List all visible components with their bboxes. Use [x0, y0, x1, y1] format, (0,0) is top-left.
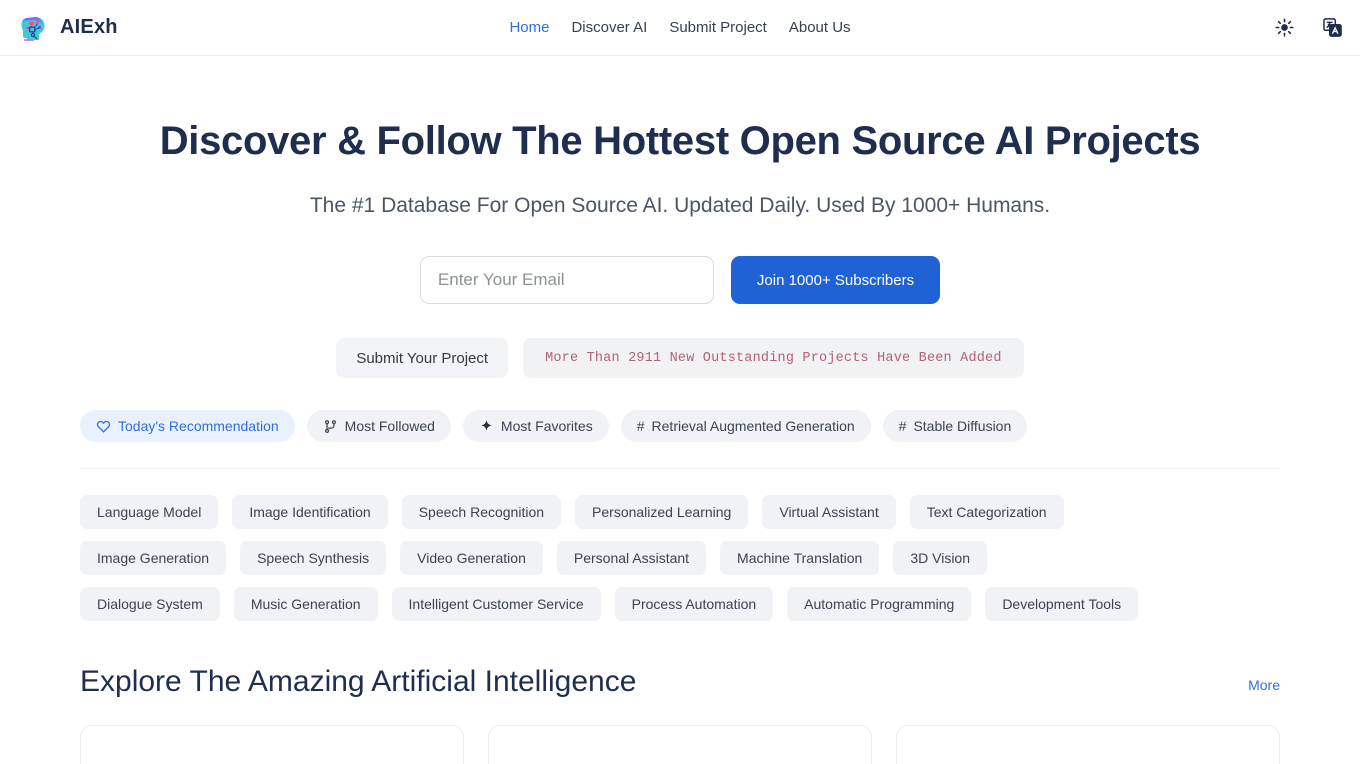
category-tag[interactable]: Intelligent Customer Service [391, 587, 601, 621]
brand-name: AIExh [60, 16, 118, 38]
section-divider [80, 468, 1280, 469]
new-projects-banner: More Than 2911 New Outstanding Projects … [523, 338, 1024, 378]
header-actions [1272, 16, 1344, 40]
explore-section-header: Explore The Amazing Artificial Intellige… [0, 665, 1360, 699]
category-tag[interactable]: Speech Synthesis [240, 541, 387, 575]
filter-pill-most-favorites[interactable]: Most Favorites [462, 410, 609, 442]
newsletter-signup: Join 1000+ Subscribers [0, 256, 1360, 304]
category-tag[interactable]: Personalized Learning [575, 495, 749, 529]
filter-pill-most-followed[interactable]: Most Followed [306, 410, 451, 442]
ai-head-logo-icon [18, 11, 50, 44]
nav-item-submit-project[interactable]: Submit Project [669, 19, 767, 36]
join-subscribers-button[interactable]: Join 1000+ Subscribers [730, 256, 941, 304]
hash-icon: # [636, 418, 645, 434]
project-card-row [0, 725, 1360, 764]
sun-icon[interactable] [1272, 16, 1296, 40]
heart-icon [96, 419, 111, 434]
hash-icon: # [898, 418, 907, 434]
nav-item-about-us[interactable]: About Us [789, 19, 851, 36]
category-tag[interactable]: Automatic Programming [787, 587, 972, 621]
category-tag[interactable]: Personal Assistant [556, 541, 707, 575]
announcement-row: Submit Your Project More Than 2911 New O… [0, 338, 1360, 378]
category-tag[interactable]: Process Automation [614, 587, 774, 621]
filter-pill-label: Retrieval Augmented Generation [651, 418, 855, 434]
hero-subtitle: The #1 Database For Open Source AI. Upda… [309, 194, 1051, 217]
category-tag[interactable]: Development Tools [985, 587, 1139, 621]
category-tag[interactable]: Speech Recognition [401, 495, 562, 529]
email-input[interactable] [419, 256, 714, 304]
project-card[interactable] [896, 725, 1280, 764]
submit-project-button[interactable]: Submit Your Project [336, 338, 509, 378]
filter-pill-label: Most Followed [344, 418, 435, 434]
filter-pill-todays-recommendation[interactable]: Today's Recommendation [80, 410, 295, 442]
category-tag[interactable]: 3D Vision [893, 541, 988, 575]
hero-section: Discover & Follow The Hottest Open Sourc… [0, 56, 1360, 378]
project-card[interactable] [488, 725, 872, 764]
category-tag[interactable]: Music Generation [233, 587, 378, 621]
category-tag[interactable]: Dialogue System [80, 587, 220, 621]
category-tag[interactable]: Machine Translation [720, 541, 880, 575]
category-tag[interactable]: Virtual Assistant [762, 495, 896, 529]
brand[interactable]: AIExh [18, 11, 118, 44]
filter-pill-label: Stable Diffusion [913, 418, 1012, 434]
main-nav: Home Discover AI Submit Project About Us [509, 19, 850, 36]
branch-icon [323, 419, 338, 434]
page-title: Discover & Follow The Hottest Open Sourc… [159, 119, 1201, 163]
category-tag[interactable]: Video Generation [400, 541, 543, 575]
sparkle-icon [479, 419, 494, 434]
category-tag[interactable]: Image Identification [232, 495, 388, 529]
site-header: AIExh Home Discover AI Submit Project Ab… [0, 0, 1360, 56]
project-card[interactable] [80, 725, 464, 764]
filter-pill-stable-diffusion[interactable]: # Stable Diffusion [882, 410, 1028, 442]
explore-title: Explore The Amazing Artificial Intellige… [80, 665, 637, 698]
nav-item-discover-ai[interactable]: Discover AI [571, 19, 647, 36]
nav-item-home[interactable]: Home [509, 19, 549, 36]
category-tag[interactable]: Image Generation [80, 541, 227, 575]
filter-pill-row: Today's Recommendation Most Followed Mos… [0, 410, 1360, 442]
category-tag-list: Language Model Image Identification Spee… [0, 495, 1220, 621]
translate-icon[interactable] [1320, 16, 1344, 40]
category-tag[interactable]: Language Model [80, 495, 219, 529]
filter-pill-retrieval-augmented-generation[interactable]: # Retrieval Augmented Generation [620, 410, 871, 442]
more-link[interactable]: More [1248, 677, 1280, 699]
category-tag[interactable]: Text Categorization [909, 495, 1064, 529]
filter-pill-label: Today's Recommendation [118, 418, 279, 434]
filter-pill-label: Most Favorites [500, 418, 593, 434]
